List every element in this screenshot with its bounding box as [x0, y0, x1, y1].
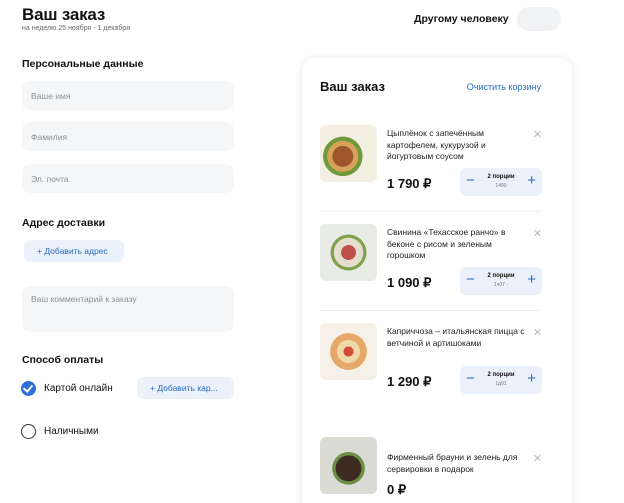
email-field[interactable]	[22, 164, 234, 193]
other-person-label: Другому человеку	[414, 13, 509, 25]
card-online-radio[interactable]	[21, 381, 36, 396]
portion-stepper: − 2 порции 1490 +	[460, 168, 542, 196]
plus-icon[interactable]: +	[527, 369, 536, 389]
portion-count: 2 порции	[487, 174, 515, 180]
other-person-toggle[interactable]	[516, 7, 561, 31]
portion-stepper: − 2 порции 1д91 +	[460, 366, 542, 394]
minus-icon[interactable]: −	[466, 369, 475, 389]
cart-item-price: 1 290 ₽	[387, 374, 432, 389]
remove-item-icon[interactable]: ✕	[533, 452, 542, 465]
cart-item-name: Каприччоза – итальянская пицца с ветчино…	[387, 326, 525, 348]
cart-item-name: Свинина «Техасское ранчо» в беконе с рис…	[387, 227, 506, 260]
cart-item-price: 1 790 ₽	[387, 176, 432, 191]
delivery-address-heading: Адрес доставки	[22, 217, 106, 229]
portion-weight: 1490	[495, 183, 507, 189]
minus-icon[interactable]: −	[466, 270, 475, 290]
name-field[interactable]	[22, 81, 234, 110]
remove-item-icon[interactable]: ✕	[533, 128, 542, 141]
surname-field[interactable]	[22, 122, 234, 151]
add-address-button[interactable]: + Добавить адрес	[24, 240, 124, 262]
order-comment-field[interactable]	[22, 286, 234, 332]
dish-photo	[320, 437, 377, 494]
cash-label[interactable]: Наличными	[44, 426, 99, 437]
add-card-button[interactable]: + Добавить кар...	[137, 377, 234, 399]
cash-radio[interactable]	[21, 424, 36, 439]
portion-count: 2 порции	[487, 273, 515, 279]
clear-cart-link[interactable]: Очистить корзину	[467, 82, 541, 92]
personal-data-heading: Персональные данные	[22, 58, 144, 70]
portion-stepper: − 2 порции 1ч07 - +	[460, 267, 542, 295]
portion-count: 2 порции	[487, 372, 515, 378]
remove-item-icon[interactable]: ✕	[533, 326, 542, 339]
page-title: Ваш заказ	[22, 5, 106, 24]
plus-icon[interactable]: +	[527, 270, 536, 290]
cart-item-price: 0 ₽	[387, 482, 407, 497]
plus-icon[interactable]: +	[527, 171, 536, 191]
payment-method-heading: Способ оплаты	[22, 354, 104, 366]
remove-item-icon[interactable]: ✕	[533, 227, 542, 240]
portion-weight: 1д91	[495, 381, 507, 387]
minus-icon[interactable]: −	[466, 171, 475, 191]
other-person-toggle-row: Другому человеку	[414, 7, 561, 31]
cart-panel: Ваш заказ Очистить корзину Цыплёнок с за…	[302, 58, 572, 503]
dish-photo	[320, 224, 377, 281]
dish-photo	[320, 125, 377, 182]
cart-item-price: 1 090 ₽	[387, 275, 432, 290]
cart-item-name: Цыплёнок с запечённым картофелем, кукуру…	[387, 128, 486, 161]
order-week-subtitle: на неделю 25 ноября - 1 декабря	[22, 25, 130, 32]
item-divider	[320, 211, 542, 212]
cart-title: Ваш заказ	[320, 79, 385, 94]
dish-photo	[320, 323, 377, 380]
item-divider	[320, 310, 542, 311]
card-online-label[interactable]: Картой онлайн	[44, 383, 113, 394]
portion-weight: 1ч07 -	[493, 282, 508, 288]
cart-item-name: Фирменный брауни и зелень для сервировки…	[387, 452, 518, 474]
